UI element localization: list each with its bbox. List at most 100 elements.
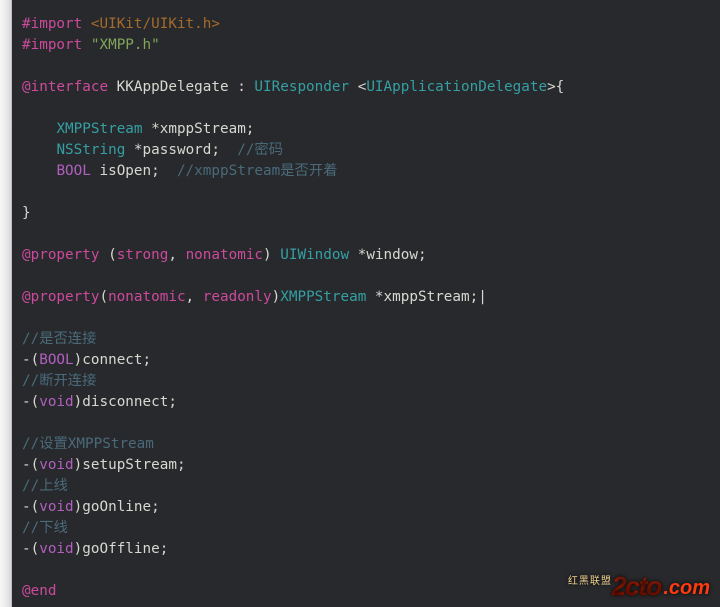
code-line[interactable]: -(void)setupStream; <box>22 455 720 476</box>
code-token: ) <box>272 289 281 305</box>
code-token: //设置XMPPStream <box>22 436 154 452</box>
code-token: UIApplicationDelegate <box>366 79 547 95</box>
code-line[interactable]: @interface KKAppDelegate : UIResponder <… <box>22 77 720 98</box>
code-line[interactable]: //设置XMPPStream <box>22 434 720 455</box>
code-token <box>22 100 31 116</box>
code-token: )goOnline; <box>74 499 160 515</box>
code-token: UIResponder <box>254 79 349 95</box>
code-line[interactable] <box>22 98 720 119</box>
code-token: -( <box>22 352 39 368</box>
code-token: @end <box>22 583 56 599</box>
code-line[interactable]: @property (strong, nonatomic) UIWindow *… <box>22 245 720 266</box>
code-token: //断开连接 <box>22 373 96 389</box>
code-line[interactable]: BOOL isOpen; //xmppStream是否开着 <box>22 161 720 182</box>
code-token: *password; <box>125 142 237 158</box>
code-token: nonatomic <box>108 289 185 305</box>
code-token: //是否连接 <box>22 331 96 347</box>
code-token <box>22 226 31 242</box>
code-line[interactable]: #import "XMPP.h" <box>22 35 720 56</box>
code-line[interactable]: XMPPStream *xmppStream; <box>22 119 720 140</box>
code-token: @property <box>22 289 99 305</box>
code-line[interactable]: @property(nonatomic, readonly)XMPPStream… <box>22 287 720 308</box>
code-token: -( <box>22 541 39 557</box>
code-token: #import <box>22 37 82 53</box>
code-token: } <box>22 205 31 221</box>
code-line[interactable]: -(void)goOnline; <box>22 497 720 518</box>
code-token: @property <box>22 247 99 263</box>
code-token: BOOL <box>39 352 73 368</box>
code-token: < <box>349 79 366 95</box>
code-token: KKAppDelegate : <box>108 79 254 95</box>
code-token <box>22 121 56 137</box>
code-token <box>22 562 31 578</box>
code-token: //上线 <box>22 478 68 494</box>
code-token <box>22 142 56 158</box>
code-token: -( <box>22 457 39 473</box>
code-line[interactable]: #import <UIKit/UIKit.h> <box>22 14 720 35</box>
code-token: <UIKit/UIKit.h> <box>91 16 220 32</box>
code-token: nonatomic <box>186 247 263 263</box>
code-line[interactable]: -(void)goOffline; <box>22 539 720 560</box>
code-line[interactable] <box>22 308 720 329</box>
code-token: ( <box>99 247 116 263</box>
code-line[interactable]: //断开连接 <box>22 371 720 392</box>
code-token <box>82 37 91 53</box>
code-token: void <box>39 394 73 410</box>
site-watermark: 红黑联盟 2cto .com <box>568 572 710 599</box>
code-token: BOOL <box>56 163 90 179</box>
code-token <box>22 415 31 431</box>
code-token: XMPPStream <box>280 289 366 305</box>
code-line[interactable]: //下线 <box>22 518 720 539</box>
code-token: //下线 <box>22 520 68 536</box>
code-token: )setupStream; <box>74 457 186 473</box>
code-token: *xmppStream; <box>143 121 255 137</box>
code-token: )goOffline; <box>74 541 169 557</box>
code-token: *xmppStream; <box>366 289 478 305</box>
code-line[interactable] <box>22 182 720 203</box>
code-line[interactable] <box>22 266 720 287</box>
code-token: void <box>39 499 73 515</box>
code-line[interactable] <box>22 56 720 77</box>
code-token: NSString <box>56 142 125 158</box>
code-editor[interactable]: #import <UIKit/UIKit.h>#import "XMPP.h" … <box>12 0 720 607</box>
editor-gutter <box>0 0 12 607</box>
code-line[interactable]: -(BOOL)connect; <box>22 350 720 371</box>
code-line[interactable]: //上线 <box>22 476 720 497</box>
code-line[interactable]: } <box>22 203 720 224</box>
code-token: | <box>478 289 487 305</box>
code-token: "XMPP.h" <box>91 37 160 53</box>
watermark-cn: 红黑联盟 <box>568 572 612 587</box>
code-token: void <box>39 457 73 473</box>
code-token: @interface <box>22 79 108 95</box>
code-token: void <box>39 541 73 557</box>
code-token <box>22 163 56 179</box>
code-token: UIWindow <box>280 247 349 263</box>
code-token: )connect; <box>74 352 151 368</box>
code-token: -( <box>22 499 39 515</box>
code-token: )disconnect; <box>74 394 177 410</box>
code-token: //密码 <box>237 142 283 158</box>
code-token <box>22 310 31 326</box>
code-token: , <box>168 247 185 263</box>
code-token: >{ <box>547 79 564 95</box>
code-token: XMPPStream <box>56 121 142 137</box>
watermark-main: 2cto <box>612 573 661 599</box>
code-token: strong <box>117 247 169 263</box>
code-token <box>22 184 31 200</box>
code-token <box>22 58 31 74</box>
code-line[interactable]: -(void)disconnect; <box>22 392 720 413</box>
watermark-suffix: .com <box>663 578 710 598</box>
code-token <box>22 268 31 284</box>
code-token: #import <box>22 16 82 32</box>
code-token: , <box>186 289 203 305</box>
code-token: readonly <box>203 289 272 305</box>
code-line[interactable] <box>22 224 720 245</box>
code-line[interactable]: NSString *password; //密码 <box>22 140 720 161</box>
code-token: //xmppStream是否开着 <box>177 163 337 179</box>
code-token: *window; <box>349 247 426 263</box>
code-line[interactable]: //是否连接 <box>22 329 720 350</box>
code-line[interactable] <box>22 413 720 434</box>
code-token: isOpen; <box>91 163 177 179</box>
code-token: ) <box>263 247 280 263</box>
code-token: ( <box>99 289 108 305</box>
